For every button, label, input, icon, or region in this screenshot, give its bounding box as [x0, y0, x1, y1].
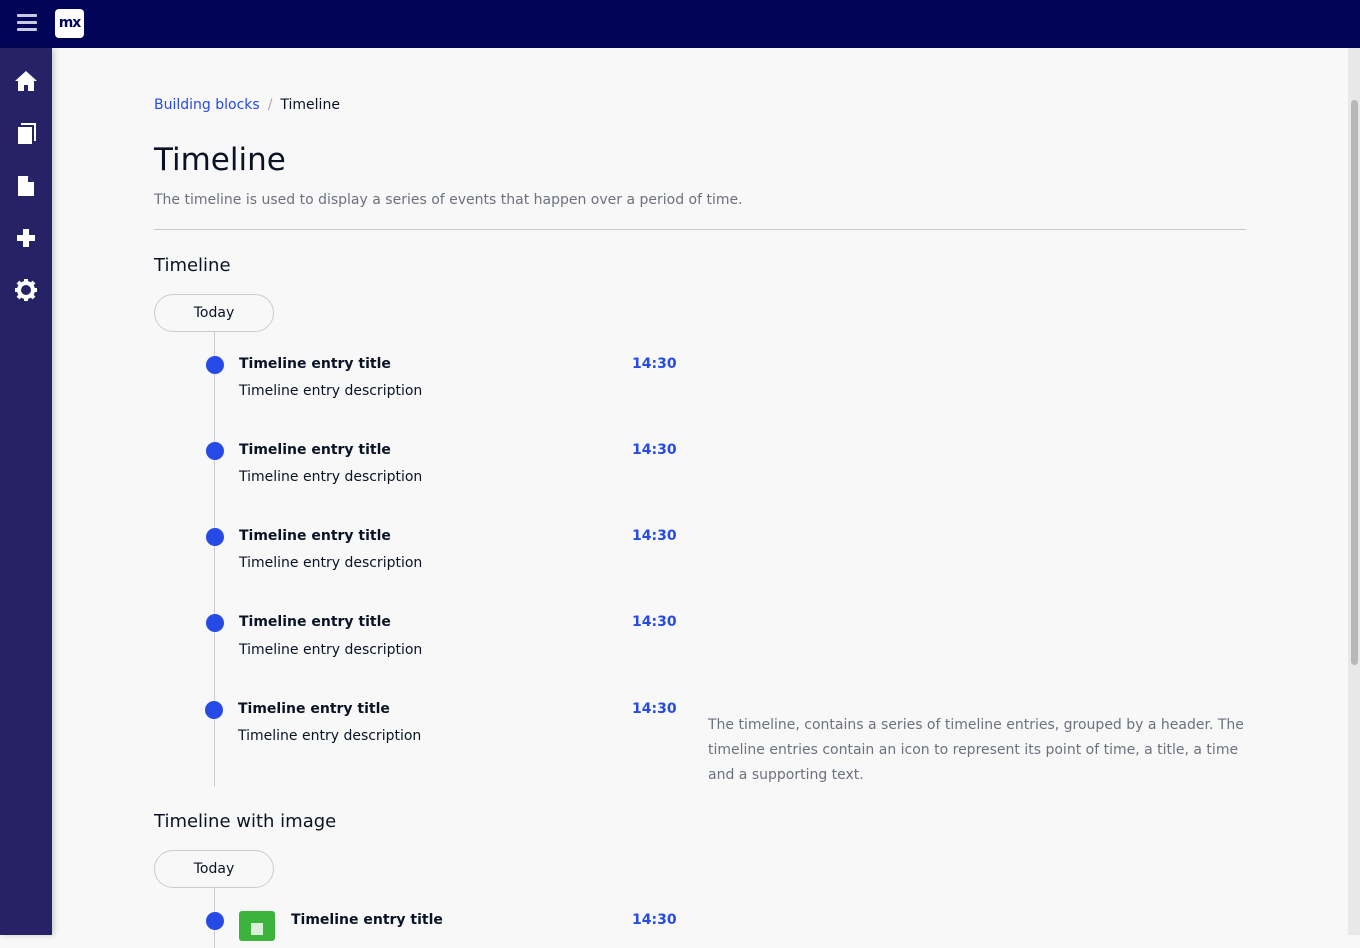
entry-title: Timeline entry title — [239, 442, 391, 458]
menu-icon[interactable] — [17, 14, 37, 32]
entry-time: 14:30 — [632, 442, 677, 458]
entry-description: Timeline entry description — [239, 383, 423, 399]
entry-time: 14:30 — [632, 912, 677, 928]
timeline-dot-icon — [206, 442, 224, 460]
plus-icon[interactable] — [13, 225, 39, 251]
section-title: Timeline with image — [154, 811, 337, 832]
entry-description: Timeline entry description — [238, 728, 422, 744]
page-title: Timeline — [154, 142, 286, 178]
entry-title: Timeline entry title — [239, 528, 391, 544]
timeline-dot-icon — [206, 528, 224, 546]
sidebar — [0, 48, 52, 935]
home-icon[interactable] — [13, 68, 39, 94]
calendar-icon — [239, 911, 275, 941]
page-subtitle: The timeline is used to display a series… — [154, 192, 743, 208]
scrollbar[interactable] — [1348, 48, 1360, 935]
entry-description: Timeline entry description — [239, 555, 423, 571]
entry-time: 14:30 — [632, 701, 677, 717]
entry-title: Timeline entry title — [291, 912, 443, 928]
gear-icon[interactable] — [13, 277, 39, 303]
section-title: Timeline — [154, 255, 231, 276]
timeline-note: The timeline, contains a series of timel… — [708, 717, 1244, 783]
book-icon[interactable] — [13, 121, 39, 147]
entry-description: Timeline entry description — [239, 642, 423, 658]
timeline-dot-icon — [206, 614, 224, 632]
breadcrumb-current: Timeline — [280, 97, 340, 113]
timeline-header: Today — [154, 294, 274, 332]
divider — [154, 229, 1246, 230]
entry-time: 14:30 — [632, 528, 677, 544]
entry-time: 14:30 — [632, 356, 677, 372]
timeline-dot-icon — [206, 356, 224, 374]
entry-title: Timeline entry title — [239, 356, 391, 372]
scrollbar-thumb[interactable] — [1351, 100, 1358, 665]
file-icon[interactable] — [13, 173, 39, 199]
entry-description: Timeline entry description — [239, 469, 423, 485]
timeline-dot-icon — [206, 912, 224, 930]
entry-title: Timeline entry title — [238, 701, 390, 717]
breadcrumb: Building blocks / Timeline — [154, 97, 340, 113]
entry-title: Timeline entry title — [239, 614, 391, 630]
timeline-header: Today — [154, 850, 274, 888]
breadcrumb-parent-link[interactable]: Building blocks — [154, 97, 260, 113]
app-logo[interactable]: mx — [55, 9, 84, 38]
timeline-dot-icon — [205, 701, 223, 719]
top-bar: mx — [0, 0, 1360, 48]
breadcrumb-separator: / — [267, 97, 273, 113]
entry-time: 14:30 — [632, 614, 677, 630]
